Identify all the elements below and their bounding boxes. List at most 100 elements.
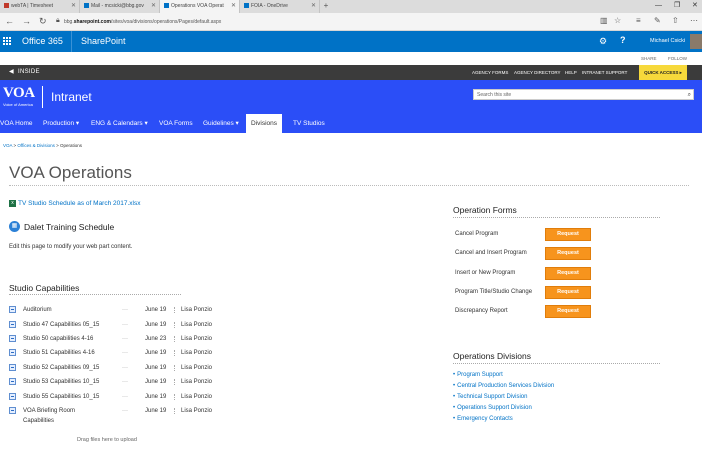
list-item[interactable]: Studio 53 Capabilities 10_15 ··· June 19… (9, 377, 212, 387)
browser-tab-mail[interactable]: Mail - mcsicki@bbg.gov ✕ (80, 0, 160, 13)
quick-access-button[interactable]: QUICK ACCESS ▸ (639, 65, 687, 80)
agency-forms-link[interactable]: AGENCY FORMS (472, 65, 508, 80)
request-button[interactable]: Request (545, 247, 591, 260)
document-name[interactable]: Auditorium (23, 305, 52, 315)
ellipsis-menu-icon[interactable]: ··· (122, 320, 128, 330)
url-input[interactable]: bbg.sharepoint.com/sites/voa/divisions/o… (64, 16, 604, 28)
notes-icon[interactable]: ✎ (654, 16, 661, 25)
modified-by[interactable]: Lisa Ponzio (181, 392, 212, 402)
modified-by[interactable]: Lisa Ponzio (181, 363, 212, 373)
modified-by[interactable]: Lisa Ponzio (181, 305, 212, 315)
intranet-support-link[interactable]: INTRANET SUPPORT (582, 65, 627, 80)
close-tab-icon[interactable]: ✕ (231, 0, 236, 13)
browser-tab-operations[interactable]: Operations VOA Operat ✕ (160, 0, 240, 13)
ellipsis-menu-icon[interactable]: ··· (122, 406, 128, 416)
forward-arrow-icon[interactable]: → (22, 16, 31, 26)
request-button[interactable]: Request (545, 228, 591, 241)
document-name-line2[interactable]: Capabilities (23, 416, 54, 426)
nav-tv-studios[interactable]: TV Studios (293, 114, 325, 133)
document-name[interactable]: Studio 50 capabilities 4-16 (23, 334, 93, 344)
sharepoint-app-link[interactable]: SharePoint (81, 31, 126, 52)
modified-by[interactable]: Lisa Ponzio (181, 334, 212, 344)
list-item[interactable]: Auditorium ··· June 19 Lisa Ponzio (9, 305, 212, 315)
inside-label[interactable]: INSIDE (18, 65, 40, 80)
form-label: Discrepancy Report (455, 308, 508, 314)
voa-logo[interactable]: VOA Voice of America (3, 84, 39, 112)
office365-brand[interactable]: Office 365 (14, 31, 72, 52)
search-icon[interactable]: ⌕ (688, 90, 691, 100)
browser-tab-webta[interactable]: webTA | Timesheet ✕ (0, 0, 80, 13)
division-link-operations-support[interactable]: • Operations Support Division (453, 405, 532, 411)
gear-icon[interactable]: ⚙ (599, 36, 607, 47)
modified-by[interactable]: Lisa Ponzio (181, 406, 212, 416)
back-circle-icon[interactable]: ◀ (9, 68, 14, 75)
ellipsis-menu-icon[interactable]: ··· (122, 334, 128, 344)
close-tab-icon[interactable]: ✕ (151, 0, 156, 13)
breadcrumb-offices-divisions[interactable]: Offices & Divisions (17, 143, 54, 148)
ellipsis-menu-icon[interactable]: ··· (122, 392, 128, 402)
help-link[interactable]: HELP (565, 65, 577, 80)
help-icon[interactable]: ? (620, 35, 626, 45)
avatar[interactable] (690, 34, 702, 49)
division-link-technical-support[interactable]: • Technical Support Division (453, 394, 527, 400)
breadcrumb-voa[interactable]: VOA (3, 143, 12, 148)
list-item[interactable]: Studio 55 Capabilities 10_15 ··· June 19… (9, 392, 212, 402)
list-item[interactable]: Studio 51 Capabilities 4-16 ··· June 19 … (9, 348, 212, 358)
reading-view-icon[interactable]: ▥ (600, 16, 608, 25)
follow-button[interactable]: FOLLOW (668, 52, 687, 65)
modified-by[interactable]: Lisa Ponzio (181, 377, 212, 387)
modified-by[interactable]: Lisa Ponzio (181, 348, 212, 358)
nav-voa-forms[interactable]: VOA Forms (159, 114, 193, 133)
division-link-emergency-contacts[interactable]: • Emergency Contacts (453, 416, 513, 422)
search-input[interactable]: Search this site ⌕ (473, 89, 694, 100)
site-title[interactable]: Intranet (51, 90, 92, 104)
browser-tab-foia[interactable]: FOIA - OneDrive ✕ (240, 0, 320, 13)
ellipsis-menu-icon[interactable]: ··· (122, 305, 128, 315)
division-link-program-support[interactable]: • Program Support (453, 372, 503, 378)
nav-production[interactable]: Production ▾ (43, 114, 79, 133)
more-icon[interactable]: ⋯ (690, 16, 698, 25)
close-tab-icon[interactable]: ✕ (311, 0, 316, 13)
document-name[interactable]: VOA Briefing Room (23, 406, 75, 416)
back-arrow-icon[interactable]: ← (5, 16, 14, 26)
ellipsis-menu-icon[interactable]: ··· (122, 363, 128, 373)
nav-divisions[interactable]: Divisions (246, 114, 283, 133)
nav-voa-home[interactable]: VOA Home (0, 114, 33, 133)
user-name[interactable]: Michael Csicki (650, 31, 685, 52)
list-item[interactable]: Studio 50 capabilities 4-16 ··· June 23 … (9, 334, 212, 344)
close-window-icon[interactable]: ✕ (692, 0, 698, 12)
list-item[interactable]: VOA Briefing Room Capabilities ··· June … (9, 406, 212, 426)
tv-studio-schedule-link[interactable]: x TV Studio Schedule as of March 2017.xls… (9, 200, 140, 207)
document-name[interactable]: Studio 53 Capabilities 10_15 (23, 377, 99, 387)
document-icon (9, 378, 16, 385)
document-name[interactable]: Studio 52 Capabilities 09_15 (23, 363, 99, 373)
nav-guidelines[interactable]: Guidelines ▾ (203, 114, 239, 133)
nav-eng-calendars[interactable]: ENG & Calendars ▾ (91, 114, 148, 133)
modified-by[interactable]: Lisa Ponzio (181, 320, 212, 330)
minimize-icon[interactable]: — (655, 0, 662, 12)
drag-files-dropzone[interactable]: Drag files here to upload (77, 437, 137, 443)
forms-heading-divider (453, 217, 660, 218)
hub-icon[interactable]: ≡ (636, 16, 641, 25)
ellipsis-menu-icon[interactable]: ··· (122, 348, 128, 358)
ellipsis-menu-icon[interactable]: ··· (122, 377, 128, 387)
division-link-central-production[interactable]: • Central Production Services Division (453, 383, 554, 389)
request-button[interactable]: Request (545, 267, 591, 280)
form-row-program-title-change: Program Title/Studio Change Request (453, 284, 660, 301)
list-item[interactable]: Studio 47 Capabilities 05_15 ··· June 19… (9, 320, 212, 330)
document-name[interactable]: Studio 51 Capabilities 4-16 (23, 348, 95, 358)
share-button[interactable]: SHARE (641, 52, 657, 65)
refresh-icon[interactable]: ↻ (39, 16, 47, 27)
close-tab-icon[interactable]: ✕ (71, 0, 76, 13)
app-launcher-icon[interactable] (3, 37, 11, 45)
document-name[interactable]: Studio 55 Capabilities 10_15 (23, 392, 99, 402)
request-button[interactable]: Request (545, 286, 591, 299)
maximize-icon[interactable]: ❐ (674, 0, 680, 12)
new-tab-button[interactable]: + (320, 0, 332, 13)
share-icon[interactable]: ⇧ (672, 16, 679, 25)
document-name[interactable]: Studio 47 Capabilities 05_15 (23, 320, 99, 330)
agency-directory-link[interactable]: AGENCY DIRECTORY (514, 65, 561, 80)
list-item[interactable]: Studio 52 Capabilities 09_15 ··· June 19… (9, 363, 212, 373)
request-button[interactable]: Request (545, 305, 591, 318)
favorite-star-icon[interactable]: ☆ (614, 16, 621, 25)
